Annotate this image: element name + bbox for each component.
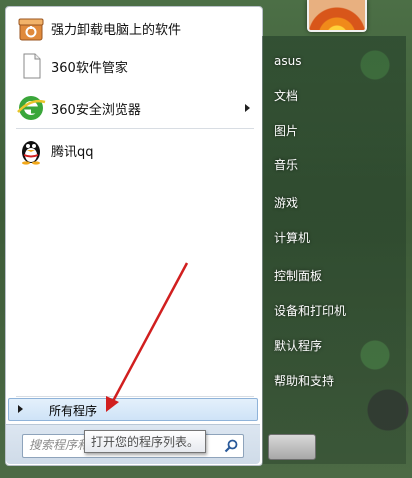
program-item-360-browser[interactable]: 360安全浏览器 xyxy=(6,91,260,125)
submenu-arrow-icon xyxy=(245,104,250,112)
right-item-computer[interactable]: 计算机 xyxy=(268,222,390,252)
search-icon[interactable] xyxy=(223,438,239,454)
programs-pane: 强力卸载电脑上的软件 360软件管家 360安全浏览器 腾讯qq xyxy=(5,6,263,466)
right-item-music[interactable]: 音乐 xyxy=(268,149,390,179)
right-item-default-programs[interactable]: 默认程序 xyxy=(268,330,390,360)
divider xyxy=(16,396,254,397)
right-item-help-support[interactable]: 帮助和支持 xyxy=(268,365,390,395)
divider xyxy=(16,128,254,129)
program-label: 腾讯qq xyxy=(51,144,94,160)
all-programs-button[interactable]: 所有程序 xyxy=(8,398,258,421)
program-item-qq[interactable]: 腾讯qq xyxy=(6,133,260,167)
document-icon xyxy=(23,53,41,79)
right-item-devices-printers[interactable]: 设备和打印机 xyxy=(268,295,390,325)
all-programs-label: 所有程序 xyxy=(49,404,98,418)
user-avatar[interactable] xyxy=(307,0,367,32)
expand-triangle-icon xyxy=(18,405,23,413)
program-item-uninstaller[interactable]: 强力卸载电脑上的软件 xyxy=(6,11,260,45)
start-menu: 强力卸载电脑上的软件 360软件管家 360安全浏览器 腾讯qq 所有程序 搜索… xyxy=(0,0,412,478)
qq-penguin-icon xyxy=(22,141,40,165)
right-item-user[interactable]: asus xyxy=(268,46,390,76)
program-label: 强力卸载电脑上的软件 xyxy=(51,22,182,38)
right-item-games[interactable]: 游戏 xyxy=(268,187,390,217)
right-item-pictures[interactable]: 图片 xyxy=(268,115,390,145)
uninstall-box-icon xyxy=(18,18,44,41)
browser-e-icon xyxy=(17,96,46,120)
right-item-documents[interactable]: 文档 xyxy=(268,80,390,110)
program-label: 360软件管家 xyxy=(51,60,128,76)
program-label: 360安全浏览器 xyxy=(51,102,141,118)
shutdown-button[interactable] xyxy=(268,434,316,460)
right-item-control-panel[interactable]: 控制面板 xyxy=(268,260,390,290)
right-pane: asus 文档 图片 音乐 游戏 计算机 控制面板 设备和打印机 默认程序 帮助… xyxy=(262,36,406,464)
program-item-360-software-manager[interactable]: 360软件管家 xyxy=(6,49,260,83)
tooltip: 打开您的程序列表。 xyxy=(84,430,207,453)
